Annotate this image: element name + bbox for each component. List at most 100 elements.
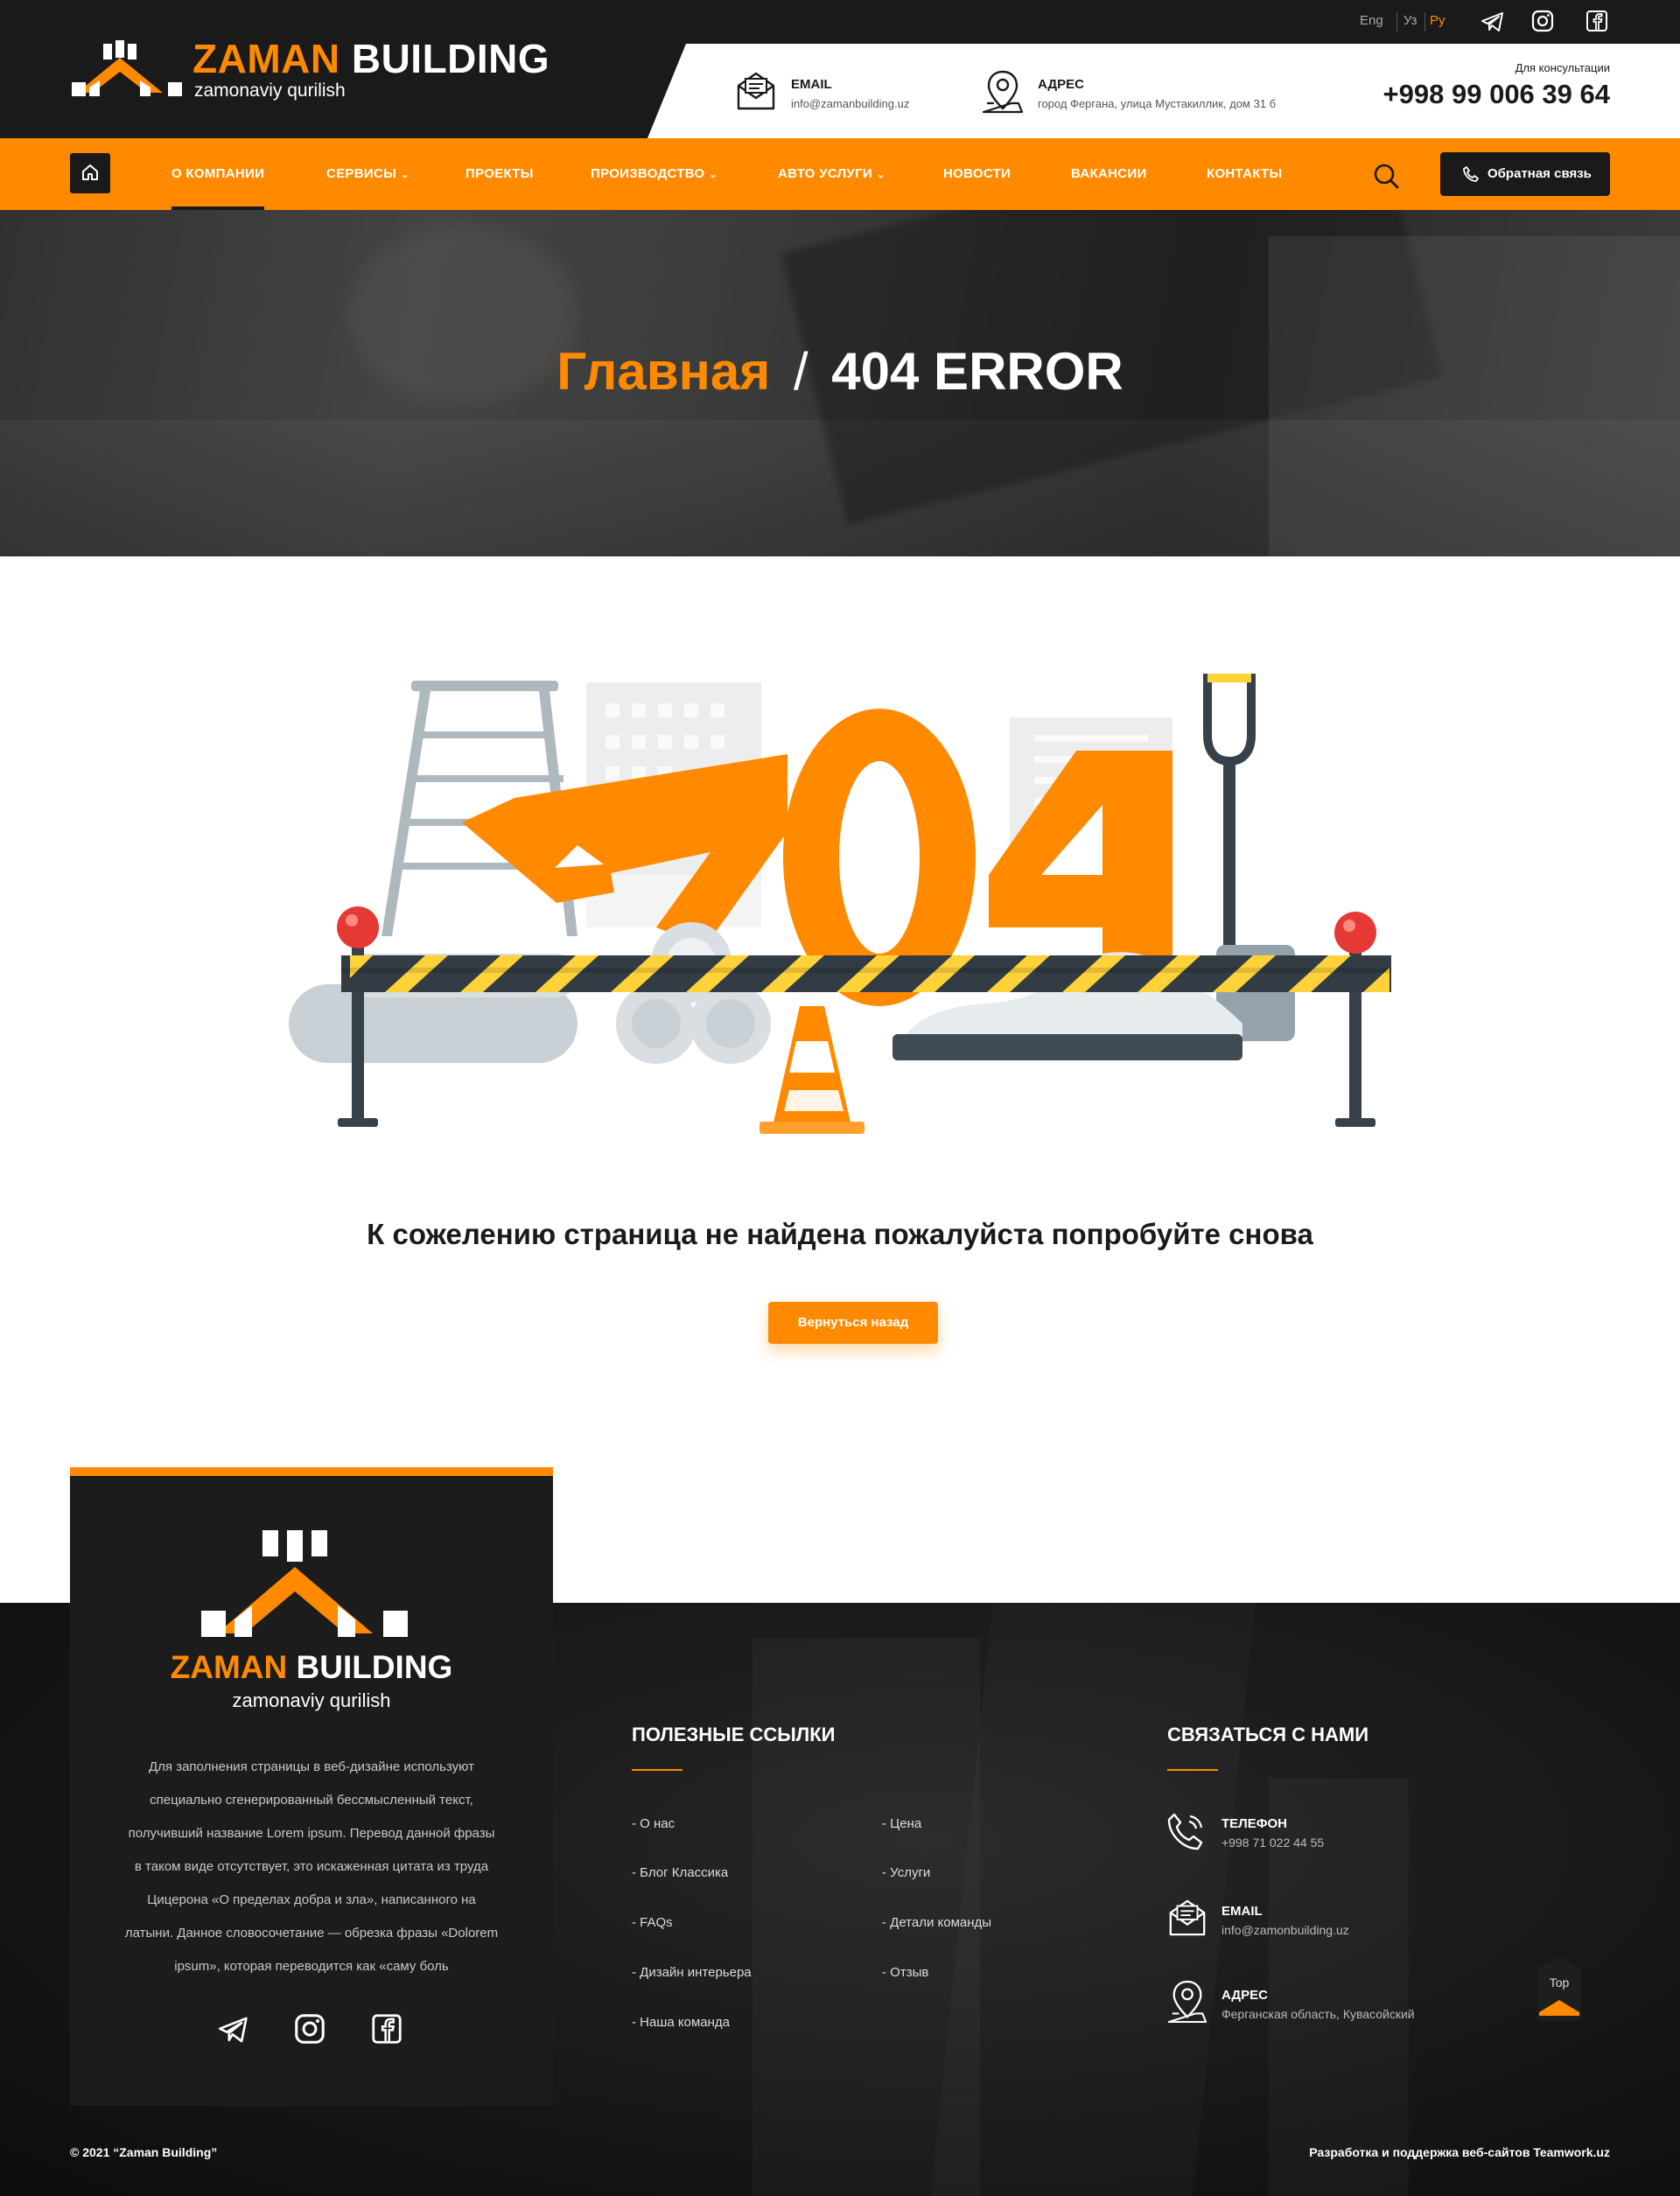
footer-contact-heading: СВЯЗАТЬСЯ С НАМИ	[1167, 1724, 1369, 1745]
heading-underline	[632, 1769, 682, 1771]
brand-name-part2: BUILDING	[351, 36, 550, 81]
email-icon	[1169, 1899, 1206, 1936]
footer-links-heading: ПОЛЕЗНЫЕ ССЫЛКИ	[632, 1724, 836, 1745]
consult-label: Для консультации	[1515, 61, 1610, 74]
footer-link[interactable]: - Блог Классика	[632, 1865, 728, 1880]
phone-icon	[1167, 1813, 1203, 1850]
header-address-value: город Фергана, улица Мустакиллик, дом 31…	[1038, 97, 1277, 110]
lang-ru[interactable]: Ру	[1430, 13, 1446, 28]
footer-about-line: Для заполнения страницы в веб-дизайне ис…	[149, 1759, 474, 1774]
chevron-down-icon: ⌄	[709, 170, 718, 180]
nav-item-contacts[interactable]: КОНТАКТЫ	[1207, 138, 1282, 210]
breadcrumb: Главная / 404 ERROR	[0, 341, 1680, 402]
footer-brand-part2: BUILDING	[296, 1649, 453, 1685]
developer-credit[interactable]: Разработка и поддержка веб-сайтов Teamwo…	[1172, 2145, 1610, 2159]
footer-link[interactable]: - Детали команды	[882, 1915, 991, 1930]
email-icon	[737, 72, 775, 110]
nav-label: НОВОСТИ	[943, 166, 1012, 181]
lang-divider	[1424, 12, 1425, 31]
brand-logo[interactable]: ZAMAN BUILDING zamonaviy qurilish	[70, 36, 639, 108]
footer-about-line: получивший название Lorem ipsum. Перевод…	[128, 1826, 495, 1841]
footer-brand-tagline: zamonaviy qurilish	[232, 1689, 391, 1711]
back-to-top-button[interactable]: Top	[1537, 1956, 1581, 2021]
footer-brand-name: ZAMAN BUILDING	[70, 1649, 553, 1686]
facebook-icon[interactable]	[1586, 10, 1608, 32]
footer-about-line: ipsum», которая переводится как «саму бо…	[174, 1959, 449, 1974]
page-banner: Главная / 404 ERROR	[0, 210, 1680, 556]
telegram-icon[interactable]	[217, 2015, 250, 2045]
chevron-down-icon: ⌄	[401, 170, 410, 180]
nav-item-company[interactable]: О КОМПАНИИ	[172, 138, 265, 210]
brand-tagline: zamonaviy qurilish	[194, 80, 346, 101]
header-address-label: АДРЕС	[1038, 77, 1084, 92]
footer-about-line: латыни. Данное словосочетание — обрезка …	[124, 1926, 499, 1941]
header-phone[interactable]: +998 99 006 39 64	[1348, 79, 1610, 110]
nav-item-news[interactable]: НОВОСТИ	[943, 138, 1011, 210]
instagram-icon[interactable]	[294, 2013, 326, 2045]
footer-about-line: Цицерона «О пределах добра и зла», напис…	[147, 1892, 476, 1907]
footer-link[interactable]: - Наша команда	[632, 2015, 730, 2030]
footer-about-card: ZAMAN BUILDING zamonaviy qurilish Для за…	[70, 1467, 553, 2106]
telegram-icon[interactable]	[1480, 10, 1505, 33]
contact-email-title: EMAIL	[1222, 1904, 1263, 1919]
arrow-up-icon	[1539, 2000, 1579, 2016]
callback-button[interactable]: Обратная связь	[1440, 152, 1610, 196]
footer-about-line: в таком виде отсутствует, это искаженная…	[134, 1859, 489, 1874]
nav-label: О КОМПАНИИ	[172, 166, 265, 181]
nav-label: КОНТАКТЫ	[1207, 166, 1283, 181]
nav-item-production[interactable]: ПРОИЗВОДСТВО ⌄	[591, 138, 718, 210]
breadcrumb-current: 404 ERROR	[831, 342, 1124, 401]
search-icon[interactable]	[1372, 162, 1400, 190]
footer-link[interactable]: - Дизайн интерьера	[632, 1965, 752, 1980]
nav-item-auto-services[interactable]: АВТО УСЛУГИ ⌄	[778, 138, 885, 210]
instagram-icon[interactable]	[1531, 10, 1554, 32]
nav-label: СЕРВИСЫ	[326, 166, 397, 181]
lang-divider	[1396, 12, 1397, 31]
footer-brand-part1: ZAMAN	[170, 1649, 288, 1685]
facebook-icon[interactable]	[371, 2013, 402, 2045]
brand-name-part1: ZAMAN	[192, 36, 340, 81]
contact-address-title: АДРЕС	[1222, 1988, 1268, 2003]
callback-label: Обратная связь	[1488, 166, 1592, 181]
contact-phone-value[interactable]: +998 71 022 44 55	[1222, 1836, 1324, 1850]
footer-link[interactable]: - FAQs	[632, 1915, 673, 1930]
footer-link[interactable]: - О нас	[632, 1816, 675, 1831]
error-404-illustration	[289, 674, 1391, 1134]
lang-uz[interactable]: Уз	[1404, 13, 1418, 28]
footer-link[interactable]: - Отзыв	[882, 1965, 928, 1980]
footer-link[interactable]: - Цена	[882, 1816, 921, 1831]
lang-eng[interactable]: Eng	[1360, 13, 1383, 28]
nav-label: ВАКАНСИИ	[1071, 166, 1147, 181]
breadcrumb-separator: /	[793, 342, 808, 401]
error-message: К сожелению страница не найдена пожалуйс…	[367, 1218, 1313, 1250]
nav-item-vacancies[interactable]: ВАКАНСИИ	[1071, 138, 1147, 210]
footer-link[interactable]: - Услуги	[882, 1865, 930, 1880]
footer-about-text: Для заполнения страницы в веб-дизайне ис…	[96, 1751, 527, 1983]
nav-label: ПРОИЗВОДСТВО	[591, 166, 705, 181]
heading-underline	[1167, 1769, 1218, 1771]
back-to-top-label: Top	[1549, 1976, 1570, 1990]
location-icon	[982, 70, 1024, 114]
contact-email-value[interactable]: info@zamonbuilding.uz	[1222, 1923, 1349, 1937]
breadcrumb-home[interactable]: Главная	[556, 342, 770, 401]
footer-about-line: специально сгенерированный бессмысленный…	[150, 1793, 473, 1808]
chevron-down-icon: ⌄	[876, 170, 886, 180]
main-navigation: О КОМПАНИИ СЕРВИСЫ ⌄ ПРОЕКТЫ ПРОИЗВОДСТВО…	[0, 138, 1680, 210]
contact-address-value: Ферганская область, Кувасойский	[1222, 2007, 1415, 2021]
nav-label: АВТО УСЛУГИ	[778, 166, 872, 181]
nav-item-projects[interactable]: ПРОЕКТЫ	[466, 138, 534, 210]
nav-item-services[interactable]: СЕРВИСЫ ⌄	[326, 138, 410, 210]
header-email-label: EMAIL	[791, 77, 832, 92]
contact-phone-title: ТЕЛЕФОН	[1222, 1816, 1287, 1831]
back-button[interactable]: Вернуться назад	[768, 1302, 938, 1344]
logo-mark-icon	[72, 40, 182, 96]
site-header: ZAMAN BUILDING zamonaviy qurilish Eng Уз…	[0, 0, 1680, 138]
home-button[interactable]	[70, 153, 110, 193]
logo-mark-icon	[201, 1530, 408, 1637]
nav-label: ПРОЕКТЫ	[466, 166, 534, 181]
location-icon	[1167, 1980, 1208, 2024]
phone-icon	[1463, 166, 1479, 182]
home-icon	[82, 164, 98, 180]
copyright: © 2021 “Zaman Building”	[70, 2145, 218, 2159]
header-email-value[interactable]: info@zamanbuilding.uz	[791, 97, 909, 110]
